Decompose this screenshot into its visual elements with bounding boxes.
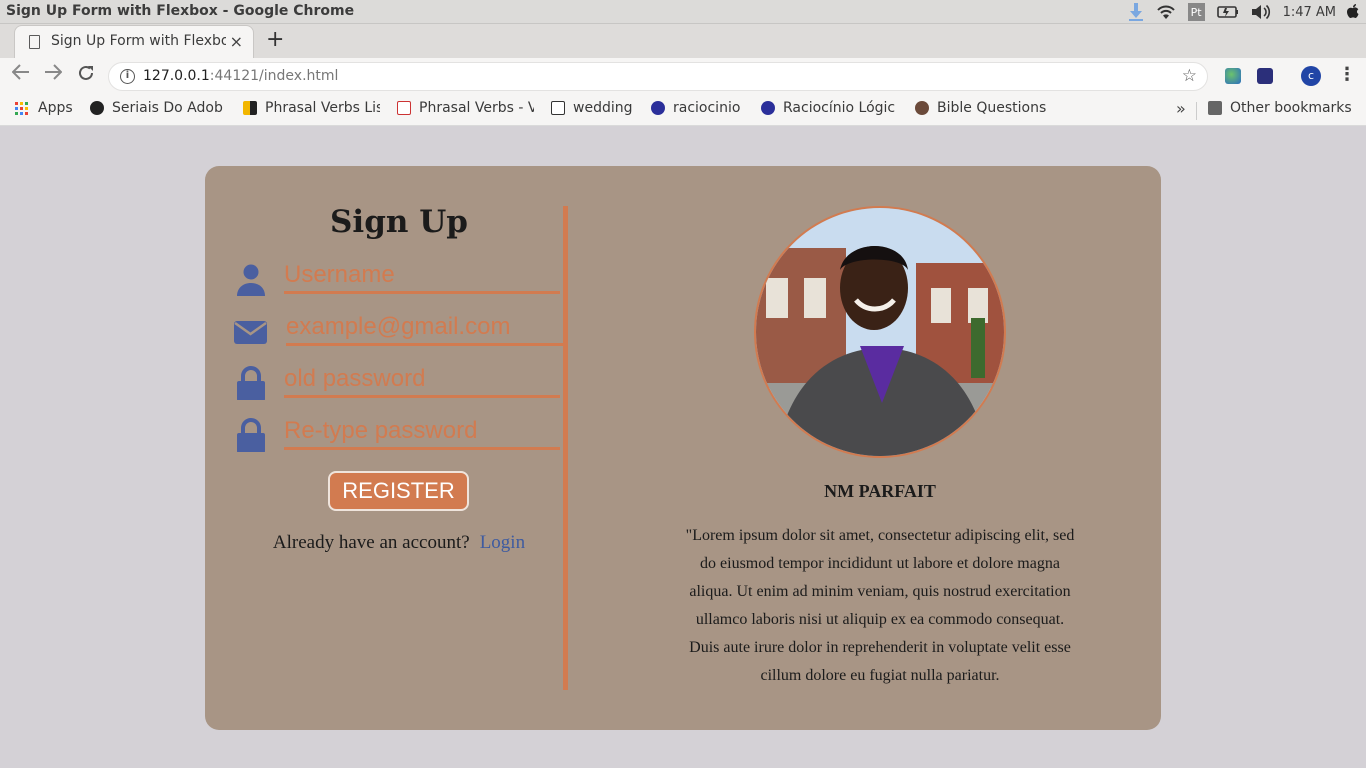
url-host: 127.0.0.1 (143, 68, 210, 84)
login-link[interactable]: Login (480, 532, 525, 553)
vertical-divider (563, 206, 568, 690)
close-tab-icon[interactable]: × (230, 32, 243, 51)
url-path: :44121/index.html (209, 68, 339, 84)
account-prompt-text: Already have an account? (272, 532, 470, 553)
system-menu-icon[interactable] (1346, 0, 1360, 24)
download-icon[interactable] (1128, 0, 1144, 24)
other-bookmarks[interactable]: Other bookmarks (1208, 100, 1352, 116)
retype-password-row (232, 414, 562, 458)
brain-icon (761, 101, 775, 115)
browser-toolbar: i 127.0.0.1:44121/index.html ☆ c ⋮ (0, 58, 1366, 94)
bookmark-label: Seriais Do Adob (112, 100, 223, 116)
signup-title: Sign Up (330, 204, 468, 240)
new-tab-button[interactable]: + (266, 27, 284, 52)
register-button[interactable]: REGISTER (328, 471, 469, 511)
wifi-icon[interactable] (1156, 0, 1176, 24)
retype-password-input[interactable] (284, 414, 560, 450)
username-input[interactable] (284, 258, 560, 294)
extension-globe-icon[interactable] (1225, 68, 1241, 84)
bookmark-label: Other bookmarks (1230, 100, 1352, 116)
bookmarks-bar: Apps Seriais Do Adob Phrasal Verbs Lis P… (0, 94, 1366, 126)
bookmark-item[interactable]: raciocinio (651, 100, 740, 116)
bookmark-label: Phrasal Verbs - V (419, 100, 534, 116)
username-row (232, 258, 562, 302)
window-title: Sign Up Form with Flexbox - Google Chrom… (6, 3, 355, 19)
old-password-row (232, 362, 562, 406)
more-bookmarks-button[interactable]: » (1176, 99, 1186, 118)
envelope-icon (234, 321, 267, 344)
profile-photo (754, 206, 1006, 458)
battery-icon[interactable] (1216, 0, 1239, 24)
bg-logo-icon (551, 101, 565, 115)
browser-menu-icon[interactable]: ⋮ (1338, 64, 1356, 85)
login-prompt: Already have an account? Login (238, 532, 560, 554)
apps-grid-icon (15, 101, 28, 115)
bookmark-label: Apps (38, 100, 73, 116)
folder-icon (1208, 101, 1222, 115)
url-text[interactable]: 127.0.0.1:44121/index.html (143, 68, 338, 84)
system-tray: Pt 1:47 AM (1116, 0, 1366, 24)
profile-avatar[interactable]: c (1301, 66, 1321, 86)
stick-icon (397, 101, 411, 115)
person-icon (915, 101, 929, 115)
tab-strip: Sign Up Form with Flexbox × + (0, 24, 1366, 58)
bookmark-item[interactable]: Phrasal Verbs - V (397, 100, 534, 116)
user-icon (237, 264, 265, 296)
bookmark-label: raciocinio (673, 100, 741, 116)
document-icon (29, 35, 40, 49)
address-bar[interactable]: i 127.0.0.1:44121/index.html ☆ (108, 62, 1208, 91)
extension-star-icon[interactable] (1257, 68, 1273, 84)
bookmark-item[interactable]: Raciocínio Lógic (761, 100, 898, 116)
site-info-icon[interactable]: i (120, 69, 135, 84)
reload-icon[interactable] (77, 64, 95, 87)
browser-tab[interactable]: Sign Up Form with Flexbox × (14, 25, 254, 58)
bookmark-item[interactable]: Phrasal Verbs Lis (243, 100, 380, 116)
bookmark-item[interactable]: wedding (551, 100, 633, 116)
clock[interactable]: 1:47 AM (1283, 0, 1336, 24)
back-arrow-icon[interactable] (11, 64, 30, 85)
forward-arrow-icon[interactable] (44, 64, 63, 85)
bookmark-item[interactable]: Seriais Do Adob (90, 100, 230, 116)
os-top-bar: Sign Up Form with Flexbox - Google Chrom… (0, 0, 1366, 24)
profile-name: NM PARFAIT (824, 481, 936, 501)
lock-icon (237, 366, 265, 400)
brain-icon (651, 101, 665, 115)
swirl-icon (90, 101, 104, 115)
bookmark-label: wedding (573, 100, 633, 116)
bookmark-item[interactable]: Bible Questions (915, 100, 1046, 116)
keyboard-layout-indicator[interactable]: Pt (1187, 3, 1205, 21)
bookmark-apps[interactable]: Apps (15, 100, 73, 116)
book-icon (243, 101, 257, 115)
bookmarks-separator (1196, 102, 1197, 120)
email-input[interactable] (286, 310, 564, 346)
bookmark-label: Phrasal Verbs Lis (265, 100, 380, 116)
lock-icon (237, 418, 265, 452)
bookmark-label: Raciocínio Lógic (783, 100, 896, 116)
profile-quote: "Lorem ipsum dolor sit amet, consectetur… (685, 527, 1075, 684)
bookmark-star-icon[interactable]: ☆ (1182, 66, 1197, 86)
volume-icon[interactable] (1251, 0, 1271, 24)
old-password-input[interactable] (284, 362, 560, 398)
tab-title: Sign Up Form with Flexbox (51, 33, 226, 49)
bookmark-label: Bible Questions (937, 100, 1047, 116)
email-row (232, 310, 564, 354)
